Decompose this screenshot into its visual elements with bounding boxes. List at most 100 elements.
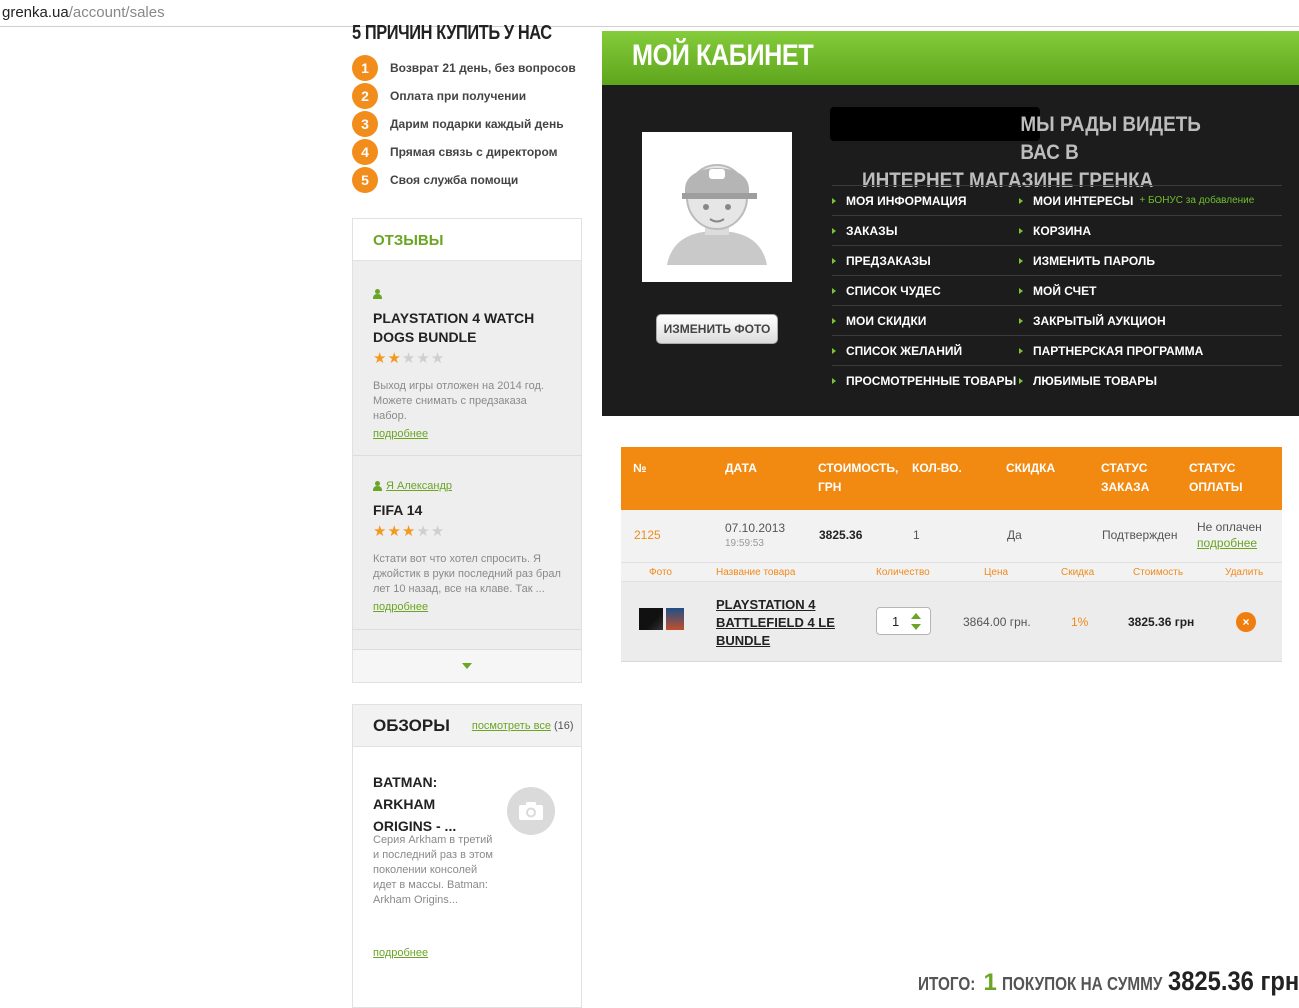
menu-item-preorders[interactable]: ПРЕДЗАКАЗЫ <box>832 246 1019 275</box>
page-title: МОЙ КАБИНЕТ <box>632 39 814 72</box>
order-item-row: PLAYSTATION 4 BATTLEFIELD 4 LE BUNDLE 1 … <box>621 582 1282 662</box>
sub-header-name: Название товара <box>716 566 796 578</box>
avatar <box>642 132 792 282</box>
product-photo[interactable] <box>639 608 685 630</box>
order-date: 07.10.2013 <box>725 521 786 535</box>
items-subheader-row: Фото Название товара Количество Цена Ски… <box>621 563 1282 582</box>
col-header-date: ДАТА <box>725 461 757 475</box>
sub-header-qty: Количество <box>876 566 930 578</box>
sub-header-cost: Стоимость <box>1133 566 1184 578</box>
review-more-link[interactable]: подробнее <box>373 428 428 440</box>
articles-title: ОБЗОРЫ <box>373 715 450 735</box>
default-avatar-icon <box>667 164 767 265</box>
menu-item-cart[interactable]: КОРЗИНА <box>1019 216 1091 245</box>
arrow-right-icon <box>832 287 836 294</box>
menu-item-my-discounts[interactable]: МОИ СКИДКИ <box>832 306 1019 335</box>
order-time: 19:59:53 <box>725 538 764 549</box>
sub-header-delete: Удалить <box>1225 566 1264 578</box>
menu-item-orders[interactable]: ЗАКАЗЫ <box>832 216 1019 245</box>
menu-item-favorite-products[interactable]: ЛЮБИМЫЕ ТОВАРЫ <box>1019 366 1157 395</box>
address-bar[interactable]: grenka.ua/account/sales <box>0 0 1299 27</box>
menu-item-wishlist[interactable]: СПИСОК ЖЕЛАНИЙ <box>832 336 1019 365</box>
product-name-link[interactable]: PLAYSTATION 4 BATTLEFIELD 4 LE BUNDLE <box>716 596 836 650</box>
menu-item-my-info[interactable]: МОЯ ИНФОРМАЦИЯ <box>832 186 1019 215</box>
total-count: 1 <box>983 969 997 996</box>
welcome-line-1: МЫ РАДЫ ВИДЕТЬ ВАС В <box>1020 113 1201 164</box>
url-path: /account/sales <box>68 4 165 21</box>
arrow-right-icon <box>832 227 836 234</box>
arrow-right-icon <box>1019 347 1023 354</box>
stepper-up-icon[interactable] <box>911 613 921 619</box>
reason-text: Дарим подарки каждый день <box>390 117 564 131</box>
menu-item-my-account[interactable]: МОЙ СЧЕТ <box>1019 276 1096 305</box>
reviews-panel: ОТЗЫВЫ PLAYSTATION 4 WATCH DOGS BUNDLE ★… <box>352 218 582 683</box>
menu-item-change-password[interactable]: ИЗМЕНИТЬ ПАРОЛЬ <box>1019 246 1155 275</box>
review-author[interactable]: Я Александр <box>386 480 452 492</box>
divider <box>353 455 581 456</box>
item-price: 3864.00 грн. <box>963 615 1031 629</box>
review-item: PLAYSTATION 4 WATCH DOGS BUNDLE ★★★★★ Вы… <box>353 285 581 442</box>
url-host: grenka.ua <box>2 4 69 21</box>
reason-text: Оплата при получении <box>390 89 527 103</box>
rating-stars: ★★★★★ <box>373 350 446 367</box>
order-qty: 1 <box>913 528 920 542</box>
article-title[interactable]: BATMAN: ARKHAM ORIGINS - ... <box>373 771 493 837</box>
reviews-title: ОТЗЫВЫ <box>353 219 581 261</box>
arrow-right-icon <box>832 377 836 384</box>
reasons-title: 5 ПРИЧИН КУПИТЬ У НАС <box>352 22 552 44</box>
articles-panel: ОБЗОРЫ посмотреть все (16) BATMAN: ARKHA… <box>352 704 582 1008</box>
orders-table: № ДАТА СТОИМОСТЬ, ГРН КОЛ-ВО. СКИДКА СТА… <box>621 447 1282 662</box>
article-more-link[interactable]: подробнее <box>373 947 428 959</box>
review-text: Кстати вот что хотел спросить. Я джойсти… <box>373 553 561 595</box>
account-menu: МОЯ ИНФОРМАЦИЯ МОИ ИНТЕРЕСЫ + БОНУС за до… <box>832 185 1282 395</box>
sub-header-photo: Фото <box>649 566 672 578</box>
see-all-link[interactable]: посмотреть все <box>472 720 551 732</box>
camera-icon <box>507 787 555 835</box>
arrow-right-icon <box>832 257 836 264</box>
user-icon <box>373 480 382 491</box>
review-text: Выход игры отложен на 2014 год. Можете с… <box>373 380 544 422</box>
total-sum: 3825.36 грн. <box>1168 966 1299 996</box>
order-number[interactable]: 2125 <box>634 528 661 542</box>
arrow-right-icon <box>1019 377 1023 384</box>
arrow-right-icon <box>832 197 836 204</box>
menu-item-miracle-list[interactable]: СПИСОК ЧУДЕС <box>832 276 1019 305</box>
chevron-down-icon <box>462 663 472 669</box>
reason-item: 3 Дарим подарки каждый день <box>352 111 564 137</box>
col-header-discount: СКИДКА <box>1006 461 1056 475</box>
menu-item-my-interests[interactable]: МОИ ИНТЕРЕСЫ + БОНУС за добавление <box>1019 186 1254 215</box>
menu-item-viewed-products[interactable]: ПРОСМОТРЕННЫЕ ТОВАРЫ <box>832 366 1019 395</box>
reviews-expand-button[interactable] <box>353 649 581 682</box>
divider <box>353 629 581 630</box>
payment-status: Не оплачен <box>1197 520 1262 534</box>
order-row[interactable]: 2125 07.10.2013 19:59:53 3825.36 1 Да По… <box>621 510 1282 563</box>
orders-header-row: № ДАТА СТОИМОСТЬ, ГРН КОЛ-ВО. СКИДКА СТА… <box>621 447 1282 510</box>
col-header-number: № <box>633 461 647 475</box>
menu-item-closed-auction[interactable]: ЗАКРЫТЫЙ АУКЦИОН <box>1019 306 1166 335</box>
reason-number: 1 <box>352 55 378 81</box>
order-cost: 3825.36 <box>819 528 863 542</box>
reason-number: 3 <box>352 111 378 137</box>
articles-count: (16) <box>553 719 574 732</box>
total-label-sum: ПОКУПОК НА СУММУ <box>1001 974 1163 994</box>
order-status: Подтвержден <box>1102 528 1178 542</box>
arrow-right-icon <box>1019 257 1023 264</box>
quantity-stepper[interactable]: 1 <box>876 607 931 635</box>
menu-item-partner-program[interactable]: ПАРТНЕРСКАЯ ПРОГРАММА <box>1019 336 1203 365</box>
delete-item-button[interactable]: × <box>1236 612 1256 632</box>
rating-stars: ★★★★★ <box>373 523 446 540</box>
item-cost: 3825.36 грн <box>1128 615 1195 629</box>
reason-text: Возврат 21 день, без вопросов <box>390 61 576 75</box>
review-title[interactable]: PLAYSTATION 4 WATCH DOGS BUNDLE <box>373 309 561 347</box>
arrow-right-icon <box>1019 197 1023 204</box>
change-photo-button[interactable]: ИЗМЕНИТЬ ФОТО <box>656 314 778 344</box>
reason-item: 5 Своя служба помощи <box>352 167 518 193</box>
sub-header-price: Цена <box>984 566 1009 578</box>
arrow-right-icon <box>1019 287 1023 294</box>
arrow-right-icon <box>832 347 836 354</box>
review-more-link[interactable]: подробнее <box>373 601 428 613</box>
review-title[interactable]: FIFA 14 <box>373 501 561 520</box>
stepper-down-icon[interactable] <box>911 624 921 630</box>
payment-more-link[interactable]: подробнее <box>1197 536 1257 550</box>
user-icon <box>373 288 382 299</box>
